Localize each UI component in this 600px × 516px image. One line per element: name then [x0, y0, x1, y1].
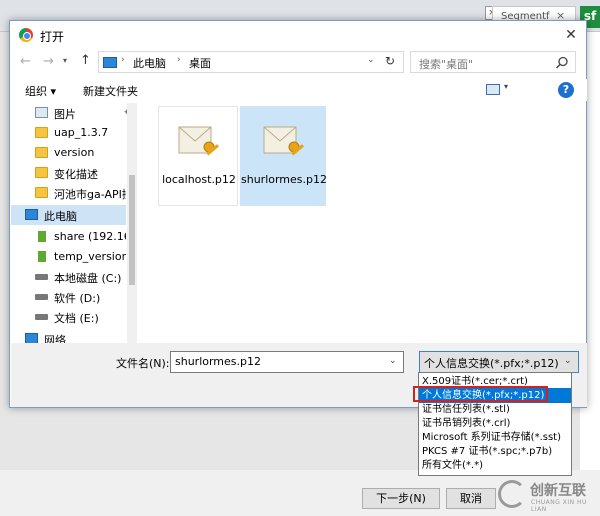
refresh-icon[interactable]: ↻	[385, 54, 395, 68]
file-type-select[interactable]: 个人信息交换(*.pfx;*.p12) ⌄	[419, 351, 579, 373]
sidebar-item-uap[interactable]: uap_1.3.7	[11, 123, 126, 143]
dialog-title: 打开	[40, 30, 65, 44]
organize-button[interactable]: 组织 ▾	[25, 83, 56, 99]
view-icon	[486, 84, 500, 95]
search-icon[interactable]	[555, 56, 569, 70]
sidebar-item-changes[interactable]: 变化描述	[11, 163, 126, 183]
recent-locations-icon[interactable]: ▾	[63, 56, 73, 70]
chevron-down-icon[interactable]: ⌄	[389, 356, 397, 366]
sidebar-item-label: version	[54, 146, 95, 159]
cancel-button[interactable]: 取消	[446, 488, 496, 509]
sidebar-item-label: 文档 (E:)	[54, 312, 99, 325]
file-type-option[interactable]: 证书吊销列表(*.crl)	[419, 416, 571, 431]
up-arrow-icon[interactable]: ↑	[80, 53, 94, 71]
chevron-down-icon[interactable]: ⌄	[367, 55, 375, 65]
search-input[interactable]: 搜索"桌面"	[410, 51, 576, 73]
file-name-value: shurlormes.p12	[175, 355, 262, 368]
file-name: localhost.p12	[162, 173, 236, 186]
breadcrumb-separator-icon[interactable]: ›	[121, 55, 125, 65]
sidebar-item-label: 图片	[54, 108, 76, 121]
chrome-icon	[19, 28, 33, 42]
watermark-logo-icon	[498, 480, 526, 508]
file-item[interactable]: localhost.p12	[158, 106, 238, 206]
network-share-icon	[38, 231, 46, 242]
drive-icon	[35, 314, 48, 320]
watermark-subtext: CHUANG XIN HU LIAN	[531, 499, 587, 513]
watermark-text: 创新互联	[530, 483, 586, 499]
new-folder-button[interactable]: 新建文件夹	[83, 83, 138, 99]
pictures-icon	[35, 107, 48, 118]
view-options-button[interactable]: ▾	[486, 82, 516, 98]
chevron-down-icon[interactable]: ⌄	[564, 356, 572, 366]
sidebar-item-label: 变化描述	[54, 168, 98, 181]
file-type-option[interactable]: PKCS #7 证书(*.spc;*.p7b)	[419, 444, 571, 459]
drive-icon	[35, 274, 48, 280]
navigation-pane: ✦ 图片 uap_1.3.7 version 变化描述 河池市ga-API接 此…	[11, 103, 137, 343]
sidebar-item-label: 软件 (D:)	[54, 292, 101, 305]
back-arrow-icon[interactable]: ←	[20, 54, 36, 72]
title-bar: 打开 ✕	[10, 21, 586, 49]
search-placeholder: 搜索"桌面"	[419, 58, 474, 71]
network-icon	[25, 333, 38, 343]
sidebar-item-label: uap_1.3.7	[54, 126, 109, 139]
file-name-input[interactable]: shurlormes.p12 ⌄	[170, 351, 404, 373]
folder-icon	[35, 147, 48, 158]
sidebar-item-pictures[interactable]: 图片	[11, 103, 126, 123]
drive-icon	[35, 294, 48, 300]
sidebar-item-label: 河池市ga-API接	[54, 188, 126, 201]
open-file-dialog: 打开 ✕ ← → ▾ ↑ › 此电脑 › 桌面 ⌄ ↻ 搜索"桌面" 组织 ▾ …	[9, 20, 587, 408]
sidebar-item-version[interactable]: version	[11, 143, 126, 163]
nav-scrollbar[interactable]	[127, 103, 137, 343]
next-button[interactable]: 下一步(N)	[362, 488, 440, 509]
sidebar-item-label: share (192.168	[54, 230, 126, 243]
toolbar: 组织 ▾ 新建文件夹 ▾ ?	[11, 79, 587, 101]
sidebar-item-label: 本地磁盘 (C:)	[54, 272, 122, 285]
sidebar-item-label: 此电脑	[44, 210, 77, 223]
breadcrumb-this-pc[interactable]: 此电脑	[133, 55, 166, 71]
sidebar-item-drive-e[interactable]: 文档 (E:)	[11, 307, 126, 327]
sidebar-item-label: 网络	[44, 334, 66, 343]
scrollbar-thumb[interactable]	[129, 175, 135, 285]
file-type-option[interactable]: 所有文件(*.*)	[419, 458, 571, 473]
sidebar-item-api[interactable]: 河池市ga-API接	[11, 183, 126, 203]
file-type-value: 个人信息交换(*.pfx;*.p12)	[424, 357, 559, 370]
forward-arrow-icon[interactable]: →	[43, 54, 59, 72]
breadcrumb-desktop[interactable]: 桌面	[189, 55, 211, 71]
sidebar-item-label: temp_version$	[54, 250, 126, 263]
sidebar-item-temp-version[interactable]: temp_version$	[11, 247, 126, 267]
sidebar-item-this-pc[interactable]: 此电脑	[11, 205, 126, 225]
file-name-label: 文件名(N):	[116, 357, 170, 370]
sidebar-item-network[interactable]: 网络	[11, 329, 126, 343]
certificate-icon	[178, 126, 219, 156]
sidebar-item-share[interactable]: share (192.168	[11, 227, 126, 247]
watermark: 创新互联 CHUANG XIN HU LIAN	[498, 478, 598, 513]
computer-icon	[25, 209, 38, 220]
folder-icon	[35, 167, 48, 178]
folder-icon	[35, 187, 48, 198]
file-type-option[interactable]: 证书信任列表(*.stl)	[419, 402, 571, 417]
breadcrumb-separator-icon[interactable]: ›	[177, 55, 181, 65]
computer-icon	[103, 57, 117, 68]
file-type-option[interactable]: Microsoft 系列证书存储(*.sst)	[419, 430, 571, 445]
certificate-icon	[263, 126, 304, 156]
close-button[interactable]: ✕	[560, 25, 582, 45]
file-item-selected[interactable]: shurlormes.p12	[240, 106, 328, 206]
sidebar-item-drive-c[interactable]: 本地磁盘 (C:)	[11, 267, 126, 287]
help-icon[interactable]: ?	[558, 82, 574, 98]
address-bar[interactable]: › 此电脑 › 桌面 ⌄ ↻	[98, 51, 404, 73]
annotation-highlight-box	[413, 386, 548, 402]
sidebar-item-drive-d[interactable]: 软件 (D:)	[11, 287, 126, 307]
network-share-icon	[38, 251, 46, 262]
chevron-down-icon[interactable]: ▾	[504, 82, 508, 91]
file-name: shurlormes.p12	[241, 173, 328, 186]
folder-icon	[35, 127, 48, 138]
file-list: localhost.p12 shurlormes.p12	[140, 103, 586, 343]
